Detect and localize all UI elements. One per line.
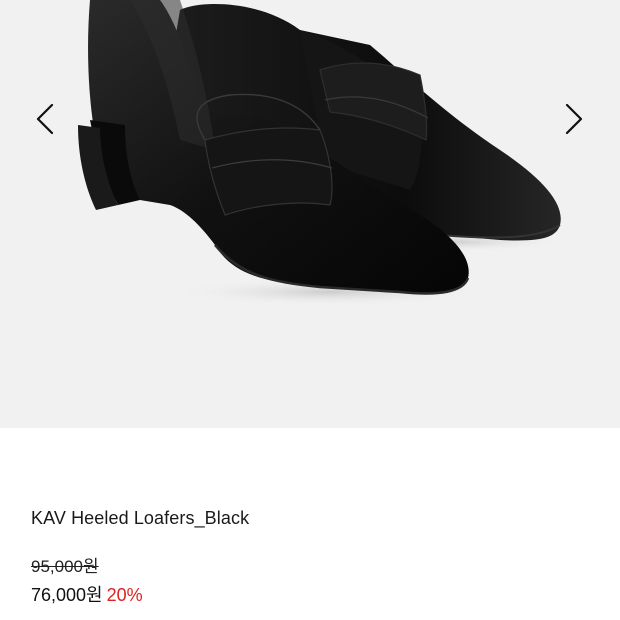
product-image-gallery[interactable] xyxy=(0,0,620,428)
original-price: 95,000원 xyxy=(31,557,99,576)
chevron-right-icon xyxy=(565,103,583,135)
discount-badge: 20% xyxy=(106,585,143,605)
product-image xyxy=(78,0,570,306)
prev-image-button[interactable] xyxy=(27,99,63,139)
chevron-left-icon xyxy=(36,103,54,135)
next-image-button[interactable] xyxy=(556,99,592,139)
price-row: 76,000원 20% xyxy=(31,581,143,607)
product-info: KAV Heeled Loafers_Black 95,000원 76,000원… xyxy=(0,428,620,620)
sale-price: 76,000원 xyxy=(31,585,103,605)
product-title[interactable]: KAV Heeled Loafers_Black xyxy=(31,508,249,529)
